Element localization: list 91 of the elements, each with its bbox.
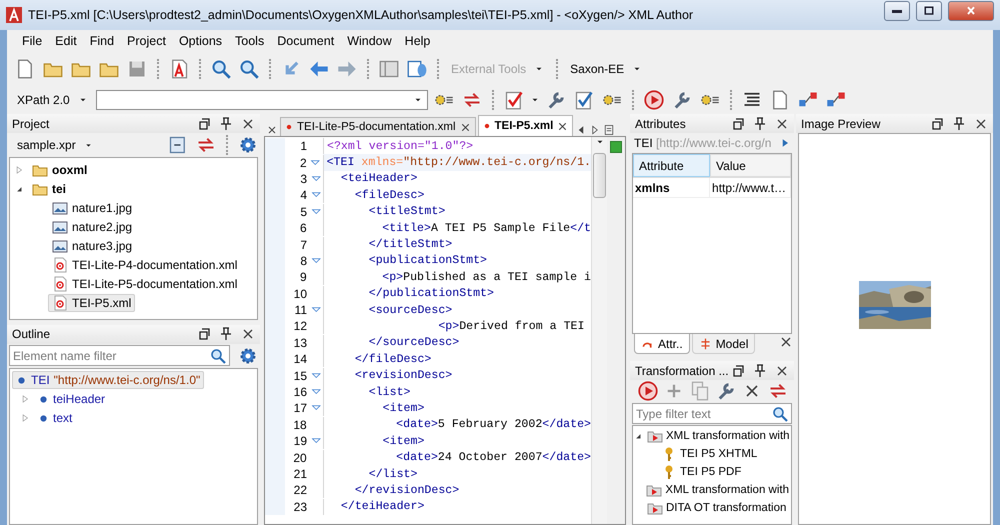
code-line: <title>A TEI P5 Sample File</t — [381, 222, 591, 235]
code-line: <item> — [382, 434, 424, 448]
line-number: 16 — [292, 385, 308, 400]
panel-title: Attributes — [635, 116, 687, 130]
tree-item[interactable]: ooxml — [28, 160, 92, 178]
line-number: 3 — [299, 172, 308, 186]
line-number: 6 — [299, 221, 308, 236]
code-line: </publicationStmt> — [368, 287, 494, 300]
line-number: 8 — [299, 254, 308, 268]
code-line: <revisionDesc> — [354, 369, 452, 382]
code-line: <item> — [382, 402, 424, 415]
panel-title: Transformation ... — [635, 364, 730, 378]
line-number: 19 — [292, 434, 308, 448]
panel-tab[interactable]: Attr.. — [634, 334, 690, 354]
code-line: </list> — [368, 468, 418, 480]
code-line: <titleStmt> — [368, 205, 446, 218]
line-number: 4 — [299, 188, 308, 202]
element-path: TEI [http://www.tei-c.org/n — [634, 136, 772, 150]
code-line: <p>Derived from a TEI — [437, 320, 584, 333]
menu-item[interactable]: Project — [122, 32, 171, 50]
line-number: 13 — [292, 336, 308, 350]
panel-title: Outline — [12, 327, 52, 341]
filter-field[interactable]: Type filter text — [632, 403, 792, 424]
window-title: TEI-P5.xml [C:\Users\prodtest2_admin\Documents\OxygenXMLAuthor\samples\tei\TEI-P5.xml] - <oXygen/> XML Author — [28, 8, 694, 22]
tree-item[interactable]: XML transformation with — [644, 481, 791, 499]
tree-item[interactable]: tei — [28, 180, 70, 198]
tree-item[interactable]: TEI-Lite-P5-documentation.xml — [48, 274, 242, 292]
table-cell: xmlns — [633, 178, 710, 197]
column-header[interactable]: Attribute — [633, 154, 710, 177]
line-number: 1 — [299, 139, 308, 154]
menu-item[interactable]: Window — [342, 32, 397, 50]
code-line: </teiHeader> — [340, 500, 424, 514]
tree-item[interactable]: nature3.jpg — [48, 236, 136, 254]
line-number: 7 — [299, 238, 308, 252]
editor-tab[interactable]: TEI-P5.xml — [478, 115, 574, 136]
menu-item[interactable]: Find — [84, 32, 120, 50]
code-line: <list> — [368, 386, 410, 399]
code-line: <date>24 October 2007</date> — [395, 451, 591, 464]
code-line: </sourceDesc> — [368, 336, 460, 350]
menu-item[interactable]: Document — [272, 32, 340, 50]
tree-item[interactable]: XML transformation with — [645, 427, 791, 445]
tree-item[interactable]: TEI-P5.xml — [48, 294, 136, 312]
line-number: 20 — [292, 450, 308, 465]
line-number: 15 — [292, 368, 308, 383]
line-number: 21 — [292, 467, 308, 481]
code-line: <publicationStmt> — [368, 254, 488, 268]
code-line: </titleStmt> — [368, 238, 452, 252]
table-cell: http://www.t… — [710, 178, 791, 197]
engine-dropdown[interactable]: Saxon-EE — [566, 60, 646, 78]
filter-field[interactable]: Element name filter — [9, 345, 230, 366]
code-line: <date>5 February 2002</date> — [395, 418, 591, 432]
tree-item[interactable]: nature1.jpg — [48, 198, 136, 216]
panel-title: Project — [12, 116, 50, 130]
line-number: 5 — [299, 204, 308, 219]
editor-tab[interactable]: TEI-Lite-P5-documentation.xml — [280, 117, 476, 136]
tree-item[interactable]: nature2.jpg — [48, 218, 136, 236]
code-line: <TEI xmlns="http://www.tei-c.org/ns/1. — [326, 156, 591, 170]
code-line: <teiHeader> — [340, 172, 418, 186]
menu-item[interactable]: Tools — [230, 32, 270, 50]
panel-title: Image Preview — [801, 116, 882, 130]
code-line: <p>Published as a TEI sample i — [381, 270, 591, 284]
line-number: 18 — [292, 418, 308, 432]
menu-item[interactable]: Help — [400, 32, 436, 50]
outline-item[interactable]: TEI "http://www.tei-c.org/ns/1.0" — [12, 371, 204, 389]
code-line: <?xml version="1.0"?> — [327, 140, 474, 153]
line-number: 22 — [292, 483, 308, 498]
code-line: <sourceDesc> — [368, 304, 452, 317]
tree-item[interactable]: TEI P5 PDF — [659, 463, 744, 481]
line-number: 17 — [292, 401, 308, 416]
menu-item[interactable]: File — [17, 32, 48, 50]
line-number: 2 — [299, 156, 308, 170]
tree-item[interactable]: TEI-Lite-P4-documentation.xml — [48, 256, 242, 274]
xpath-version-dropdown[interactable]: XPath 2.0 — [13, 91, 92, 109]
line-number: 14 — [292, 352, 308, 366]
column-header[interactable]: Value — [710, 154, 791, 177]
panel-tab[interactable]: Model — [692, 334, 756, 354]
code-line: </fileDesc> — [354, 352, 432, 366]
menu-item[interactable]: Edit — [50, 32, 82, 50]
line-number: 11 — [294, 303, 308, 318]
line-number: 10 — [292, 286, 308, 301]
menu-item[interactable]: Options — [174, 32, 228, 50]
tree-item[interactable]: DITA OT transformation — [645, 499, 788, 517]
line-number: 23 — [292, 500, 308, 514]
code-line: <fileDesc> — [354, 188, 424, 202]
code-line: </revisionDesc> — [354, 484, 460, 497]
project-dropdown[interactable]: sample.xpr — [13, 136, 97, 154]
line-number: 12 — [292, 319, 308, 334]
tree-item[interactable]: TEI P5 XHTML — [659, 445, 760, 463]
outline-item[interactable]: text — [34, 409, 76, 427]
line-number: 9 — [299, 270, 308, 284]
outline-item[interactable]: teiHeader — [34, 390, 110, 408]
